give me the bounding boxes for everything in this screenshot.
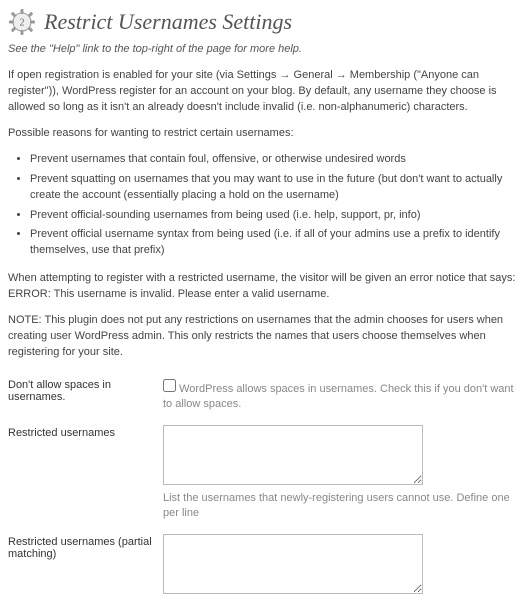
list-item: Prevent official username syntax from be… xyxy=(30,227,520,259)
note-paragraph: NOTE: This plugin does not put any restr… xyxy=(8,313,520,361)
settings-form-table: Don't allow spaces in usernames. WordPre… xyxy=(8,371,520,603)
restricted-description: List the usernames that newly-registerin… xyxy=(163,491,520,522)
partial-label: Restricted usernames (partial matching) xyxy=(8,528,163,603)
error-intro: When attempting to register with a restr… xyxy=(8,272,515,284)
restricted-textarea[interactable] xyxy=(163,425,423,485)
svg-text:2: 2 xyxy=(20,18,25,29)
error-message: ERROR: This username is invalid. Please … xyxy=(8,288,329,300)
help-note: See the "Help" link to the top-right of … xyxy=(8,42,520,58)
error-paragraph: When attempting to register with a restr… xyxy=(8,271,520,303)
spaces-description: WordPress allows spaces in usernames. Ch… xyxy=(163,383,514,410)
page-title: Restrict Usernames Settings xyxy=(44,9,292,35)
restricted-label: Restricted usernames xyxy=(8,419,163,528)
spaces-label: Don't allow spaces in usernames. xyxy=(8,371,163,419)
gear-icon: 2 xyxy=(8,8,36,36)
page-header: 2 Restrict Usernames Settings xyxy=(8,8,520,36)
list-item: Prevent usernames that contain foul, off… xyxy=(30,152,520,168)
reasons-heading: Possible reasons for wanting to restrict… xyxy=(8,126,520,142)
reasons-list: Prevent usernames that contain foul, off… xyxy=(8,152,520,260)
spaces-checkbox[interactable] xyxy=(163,379,176,392)
list-item: Prevent official-sounding usernames from… xyxy=(30,208,520,224)
partial-textarea[interactable] xyxy=(163,534,423,594)
intro-paragraph: If open registration is enabled for your… xyxy=(8,68,520,116)
list-item: Prevent squatting on usernames that you … xyxy=(30,172,520,204)
